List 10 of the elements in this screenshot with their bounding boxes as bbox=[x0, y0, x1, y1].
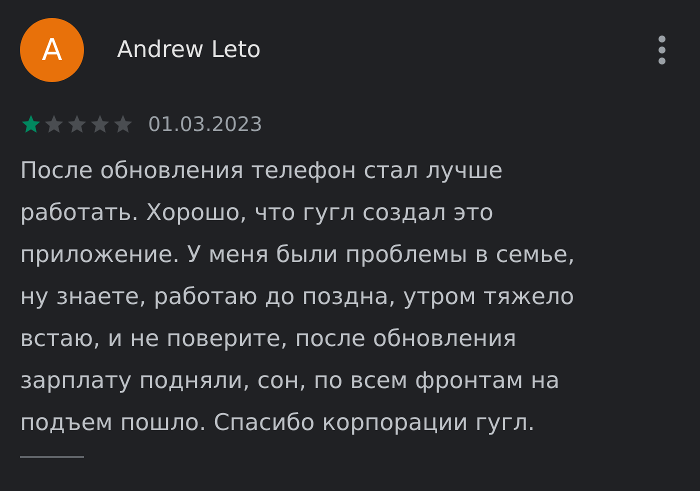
star-icon bbox=[89, 113, 111, 135]
star-icon bbox=[66, 113, 88, 135]
star-icon bbox=[112, 113, 134, 135]
star-icon bbox=[20, 113, 42, 135]
more-options-icon[interactable] bbox=[658, 35, 666, 65]
star-icon bbox=[43, 113, 65, 135]
avatar: A bbox=[20, 18, 84, 82]
author-name: Andrew Leto bbox=[117, 37, 262, 63]
review-date: 01.03.2023 bbox=[148, 112, 263, 136]
review-text: После обновления телефон стал лучше работать. Хорошо, что гугл создал это приложение. У меня были проблемы в семье, ну знаете, работаю до поздна, утром тяжело встаю, и не поверите, после обновления зарплату подняли, сон, по всем фронтам на подъем пошло. Спасибо корпорации гугл. bbox=[20, 157, 576, 438]
